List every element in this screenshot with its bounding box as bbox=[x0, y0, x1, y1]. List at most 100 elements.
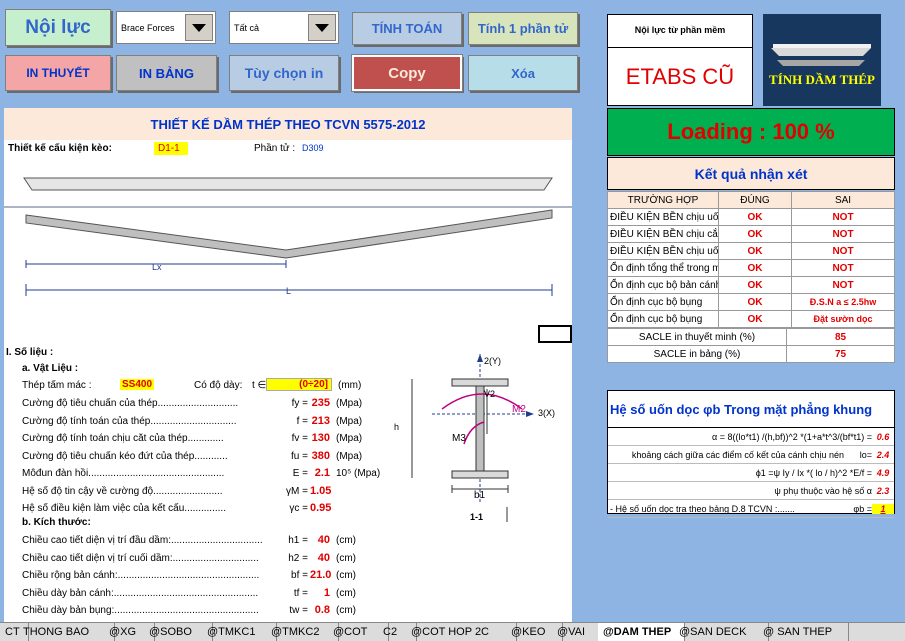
element-filter-select[interactable]: Tất cả bbox=[229, 11, 339, 44]
heso-value[interactable]: 1 bbox=[872, 503, 894, 514]
result-row: Ổn định cục bộ bản cánh OK NOT bbox=[607, 276, 895, 294]
props-unit: 10⁵ (Mpa) bbox=[336, 468, 381, 479]
so-lieu-heading: I. Số liệu : bbox=[6, 347, 54, 358]
heso-label: khoảng cách giữa các điểm cố kết của cán… bbox=[631, 449, 844, 460]
v2-label: V2 bbox=[484, 389, 496, 399]
phan-tu-value[interactable]: D309 bbox=[302, 143, 324, 153]
sheet-tab[interactable]: @SAN DECK bbox=[674, 623, 769, 641]
scale-thuyet-value[interactable]: 85 bbox=[786, 328, 895, 346]
case-label: Ổn định cục bộ bụng bbox=[607, 310, 719, 328]
selected-cell[interactable] bbox=[538, 325, 572, 343]
props-label: Hệ số điều kiện làm việc của kết cấu....… bbox=[22, 503, 226, 514]
lx-label: Lx bbox=[152, 262, 162, 272]
dims-value[interactable]: 1 bbox=[310, 587, 330, 599]
cau-kien-value[interactable]: D1-1 bbox=[154, 142, 188, 155]
heso-row: ϕ1 =ψ Iy / Ix *( lo / h)^2 *E/f = 4.9 bbox=[608, 464, 894, 482]
noi-luc-button[interactable]: Nội lực bbox=[5, 9, 111, 46]
l-label: L bbox=[286, 286, 292, 296]
dims-symbol: h2 = bbox=[288, 552, 308, 564]
heso-label: ϕ1 =ψ Iy / Ix *( lo / h)^2 *E/f = bbox=[755, 467, 872, 478]
chevron-down-icon[interactable] bbox=[185, 14, 213, 41]
h-label: h bbox=[394, 422, 400, 432]
dims-value[interactable]: 40 bbox=[310, 552, 330, 564]
heso-value[interactable]: 4.9 bbox=[872, 468, 894, 478]
col-header: ĐÚNG bbox=[718, 191, 792, 209]
props-value[interactable]: 2.1 bbox=[310, 467, 330, 479]
heso-label: - Hệ số uốn dọc tra theo bảng D.8 TCVN :… bbox=[610, 503, 795, 514]
loading-status: Loading : 100 % bbox=[607, 108, 895, 156]
cau-kien-label: Thiết kế cấu kiện kèo: bbox=[8, 143, 112, 154]
dims-label: Chiều rộng bản cánh:....................… bbox=[22, 570, 260, 581]
result-row: Ổn định cục bộ bụng OK Đặt sườn dọc bbox=[607, 310, 895, 328]
do-day-symbol: t ∈ bbox=[252, 380, 267, 391]
do-day-label: Có độ dày: bbox=[194, 380, 243, 391]
dims-value[interactable]: 40 bbox=[310, 534, 330, 546]
heso-value[interactable]: 0.6 bbox=[872, 432, 894, 442]
result-table: TRƯỜNG HỢP ĐÚNG SAI ĐIỀU KIỆN BỀN chịu u… bbox=[607, 191, 895, 363]
props-value[interactable]: 0.95 bbox=[310, 502, 331, 514]
heso-row: ψ phụ thuộc vào hệ số α 2.3 bbox=[608, 482, 894, 500]
heso-label: α = 8((lo*t1) /(h,bf))^2 *(1+a*t^3/(bf*t… bbox=[712, 431, 872, 442]
in-thuyet-button[interactable]: IN THUYẾT bbox=[5, 55, 111, 91]
props-label: Hệ số độ tin cậy về cường độ............… bbox=[22, 485, 223, 497]
props-value[interactable]: 1.05 bbox=[310, 485, 331, 497]
sheet-tab[interactable]: THONG BAO bbox=[18, 623, 115, 641]
tuy-chon-in-button[interactable]: Tùy chọn in bbox=[229, 55, 339, 91]
props-label: Cường độ tính toán chịu cắt của thép....… bbox=[22, 433, 224, 444]
props-label: Cường độ tính toán của thép.............… bbox=[22, 415, 237, 427]
dims-unit: (cm) bbox=[336, 570, 356, 581]
copy-button[interactable]: Copy bbox=[351, 54, 463, 92]
props-value[interactable]: 235 bbox=[310, 397, 330, 409]
dims-unit: (cm) bbox=[336, 605, 356, 616]
thep-value[interactable]: SS400 bbox=[120, 379, 155, 390]
ok-cell: OK bbox=[718, 293, 792, 311]
ok-cell: OK bbox=[718, 276, 792, 294]
xoa-button[interactable]: Xóa bbox=[468, 55, 578, 91]
not-cell: NOT bbox=[791, 225, 895, 243]
force-type-select[interactable]: Brace Forces bbox=[116, 11, 216, 44]
heso-label: ψ phụ thuộc vào hệ số α bbox=[774, 485, 872, 496]
sheet-tab[interactable]: @ SAN THEP bbox=[758, 623, 849, 641]
m2-label: M2 bbox=[512, 404, 526, 415]
heso-row: α = 8((lo*t1) /(h,bf))^2 *(1+a*t^3/(bf*t… bbox=[608, 428, 894, 446]
do-day-unit: (mm) bbox=[338, 380, 362, 391]
ok-cell: OK bbox=[718, 310, 792, 328]
props-label: Cường độ tiêu chuẩn kéo đứt của thép....… bbox=[22, 450, 228, 462]
heso-value[interactable]: 2.4 bbox=[872, 450, 894, 460]
props-value[interactable]: 380 bbox=[310, 450, 330, 462]
in-bang-button[interactable]: IN BẢNG bbox=[116, 55, 217, 91]
heso-value[interactable]: 2.3 bbox=[872, 486, 894, 496]
tinh-toan-button[interactable]: TÍNH TOÁN bbox=[352, 12, 462, 45]
not-cell: NOT bbox=[791, 208, 895, 226]
scale-bang-value[interactable]: 75 bbox=[786, 345, 895, 363]
ok-cell: OK bbox=[718, 208, 792, 226]
props-symbol: E = bbox=[292, 468, 308, 479]
axis-y-label: 2(Y) bbox=[484, 356, 502, 366]
props-symbol: γM = bbox=[286, 485, 308, 497]
dims-unit: (cm) bbox=[336, 587, 356, 599]
not-cell: NOT bbox=[791, 259, 895, 277]
sheet-tab[interactable]: @COT HOP 2C bbox=[406, 623, 517, 641]
chevron-down-icon[interactable] bbox=[308, 14, 336, 41]
sheet-tab[interactable]: @DAM THEP bbox=[598, 623, 685, 641]
props-symbol: fu = bbox=[291, 450, 308, 462]
props-symbol: fv = bbox=[291, 433, 308, 444]
worksheet: THIẾT KẾ DẦM THÉP THEO TCVN 5575-2012 Th… bbox=[4, 108, 572, 622]
dims-value[interactable]: 21.0 bbox=[310, 569, 331, 581]
vat-lieu-heading: a. Vật Liệu : bbox=[22, 363, 79, 374]
case-label: ĐIỀU KIỆN BỀN chịu uốn bbox=[607, 208, 719, 226]
tinh-1-phan-tu-button[interactable]: Tính 1 phần tử bbox=[468, 12, 578, 45]
dims-value[interactable]: 0.8 bbox=[310, 604, 330, 616]
case-label: Ổn định cục bộ bụng bbox=[607, 293, 719, 311]
heso-symbol: φb = bbox=[853, 503, 872, 514]
props-symbol: γc = bbox=[289, 503, 308, 514]
heso-title: Hệ số uốn dọc φb Trong mặt phẳng khung bbox=[608, 391, 894, 428]
not-cell: Đặt sườn dọc bbox=[791, 310, 895, 328]
software-name[interactable]: ETABS CŨ bbox=[608, 48, 752, 90]
props-value[interactable]: 213 bbox=[310, 415, 330, 427]
scale-bang-label: SACLE in bảng (%) bbox=[607, 345, 787, 363]
case-label: ĐIỀU KIỆN BỀN chịu uốn cắt bbox=[607, 242, 719, 260]
props-value[interactable]: 130 bbox=[310, 432, 330, 444]
props-unit: (Mpa) bbox=[336, 433, 363, 444]
do-day-value[interactable]: (0÷20] bbox=[266, 378, 332, 391]
